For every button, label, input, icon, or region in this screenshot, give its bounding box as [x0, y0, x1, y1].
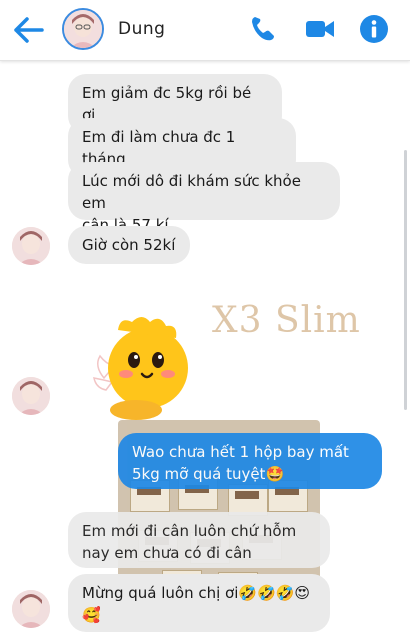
message-text-line: nay em chưa có đi cân: [82, 544, 252, 562]
message-text: Giờ còn 52kí: [82, 236, 176, 254]
info-icon[interactable]: [359, 14, 389, 44]
message-incoming: Lúc mới dô đi khám sức khỏe em cân là 57…: [68, 162, 340, 234]
message-text-line: 🥰: [82, 606, 101, 624]
avatar[interactable]: [12, 227, 50, 265]
scrollbar[interactable]: [404, 150, 407, 410]
message-incoming: Mừng quá luôn chị ơi🤣🤣🤣😍 🥰: [68, 574, 330, 632]
avatar[interactable]: [12, 377, 50, 415]
contact-avatar[interactable]: [62, 8, 104, 50]
phone-call-icon[interactable]: [248, 14, 278, 44]
avatar[interactable]: [12, 590, 50, 628]
sticker[interactable]: [92, 308, 200, 420]
message-outgoing: Wao chưa hết 1 hộp bay mất 5kg mỡ quá tu…: [118, 433, 382, 489]
chat-header: Dung: [0, 0, 410, 61]
message-text-line: Mừng quá luôn chị ơi🤣🤣🤣😍: [82, 584, 311, 602]
message-text-line: Em mới đi cân luôn chứ hỗm: [82, 522, 297, 540]
message-incoming: Em mới đi cân luôn chứ hỗm nay em chưa c…: [68, 512, 330, 568]
video-call-icon[interactable]: [305, 14, 335, 44]
contact-name[interactable]: Dung: [118, 19, 165, 39]
back-arrow-icon[interactable]: [12, 14, 46, 46]
brand-watermark: X3 Slim: [212, 300, 361, 341]
message-text-line: Lúc mới dô đi khám sức khỏe em: [82, 172, 301, 212]
message-text-line: 5kg mỡ quá tuyệt🤩: [132, 465, 285, 483]
message-incoming: Giờ còn 52kí: [68, 226, 190, 264]
message-text-line: Wao chưa hết 1 hộp bay mất: [132, 443, 349, 461]
